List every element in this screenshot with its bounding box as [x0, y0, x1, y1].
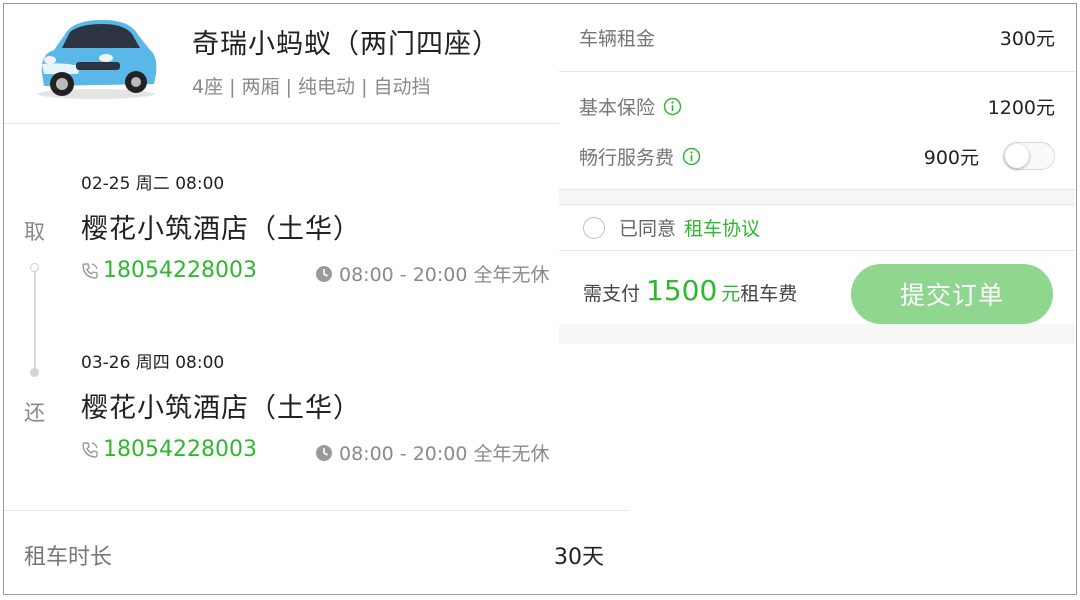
timeline-start-dot: [30, 263, 39, 272]
agreement-checkbox[interactable]: [583, 216, 605, 239]
section-gap: [559, 190, 1075, 204]
pickup-hours-text: 08:00 - 20:00 全年无休: [339, 264, 550, 286]
pickup-store: 樱花小筑酒店（土华）: [81, 214, 361, 245]
service-value: 900元: [923, 146, 979, 169]
payment-amount: 1500: [646, 274, 718, 307]
duration-label: 租车时长: [24, 545, 113, 570]
submit-order-button[interactable]: 提交订单: [851, 264, 1053, 324]
return-tag: 还: [24, 401, 45, 425]
duration-value: 30天: [554, 545, 604, 570]
payment-prefix: 需支付: [583, 283, 641, 305]
pickup-phone-link[interactable]: 18054228003: [81, 258, 257, 283]
agreement-row: 已同意 租车协议: [583, 214, 760, 241]
order-page: 奇瑞小蚂蚁（两门四座） 4座 | 两厢 | 纯电动 | 自动挡 取 02-25 …: [3, 3, 1077, 595]
timeline-end-dot: [30, 368, 39, 377]
phone-icon: [82, 441, 98, 458]
panel-bottom: [559, 324, 1075, 344]
payment-summary: 需支付 1500 元 租车费: [583, 274, 797, 307]
pickup-phone: 18054228003: [103, 258, 257, 283]
timeline-line: [34, 266, 36, 371]
info-icon[interactable]: [663, 97, 682, 116]
trip-panel: 奇瑞小蚂蚁（两门四座） 4座 | 两厢 | 纯电动 | 自动挡 取 02-25 …: [4, 4, 629, 594]
rent-label: 车辆租金: [579, 28, 656, 50]
return-phone: 18054228003: [103, 437, 257, 462]
clock-icon: [316, 444, 332, 461]
phone-icon: [82, 262, 98, 279]
pickup-datetime: 02-25 周二 08:00: [81, 174, 225, 194]
pickup-tag: 取: [24, 220, 45, 244]
car-name: 奇瑞小蚂蚁（两门四座）: [192, 29, 500, 60]
payment-unit: 元: [721, 283, 741, 305]
payment-suffix: 租车费: [740, 283, 798, 305]
return-store: 樱花小筑酒店（土华）: [81, 393, 361, 424]
service-row: 畅行服务费 900元: [579, 141, 1055, 171]
service-toggle[interactable]: [1003, 142, 1055, 170]
agreement-link[interactable]: 租车协议: [684, 214, 760, 241]
divider: [559, 204, 1075, 205]
divider: [559, 250, 1075, 251]
insurance-label: 基本保险: [579, 97, 656, 119]
duration-row: 租车时长 30天: [4, 510, 629, 594]
insurance-value: 1200元: [987, 97, 1055, 119]
clock-icon: [316, 265, 332, 282]
car-header: 奇瑞小蚂蚁（两门四座） 4座 | 两厢 | 纯电动 | 自动挡: [4, 4, 559, 124]
car-specs: 4座 | 两厢 | 纯电动 | 自动挡: [192, 76, 431, 98]
insurance-row: 基本保险 1200元: [579, 93, 1055, 120]
return-phone-link[interactable]: 18054228003: [81, 437, 257, 462]
pickup-hours: 08:00 - 20:00 全年无休: [315, 260, 550, 287]
return-datetime: 03-26 周四 08:00: [81, 353, 225, 373]
divider: [559, 71, 1075, 72]
rent-value: 300元: [999, 28, 1055, 50]
fee-panel: 车辆租金 300元 基本保险 1200元 畅行服务费 900元 已同意 租车协议…: [559, 4, 1075, 344]
agreement-prefix: 已同意: [619, 218, 677, 240]
return-hours: 08:00 - 20:00 全年无休: [315, 439, 550, 466]
service-label: 畅行服务费: [579, 146, 675, 169]
return-hours-text: 08:00 - 20:00 全年无休: [339, 443, 550, 465]
toggle-knob: [1005, 144, 1029, 168]
car-image: [38, 20, 157, 99]
rent-row: 车辆租金 300元: [579, 24, 1055, 51]
info-icon[interactable]: [682, 147, 701, 166]
